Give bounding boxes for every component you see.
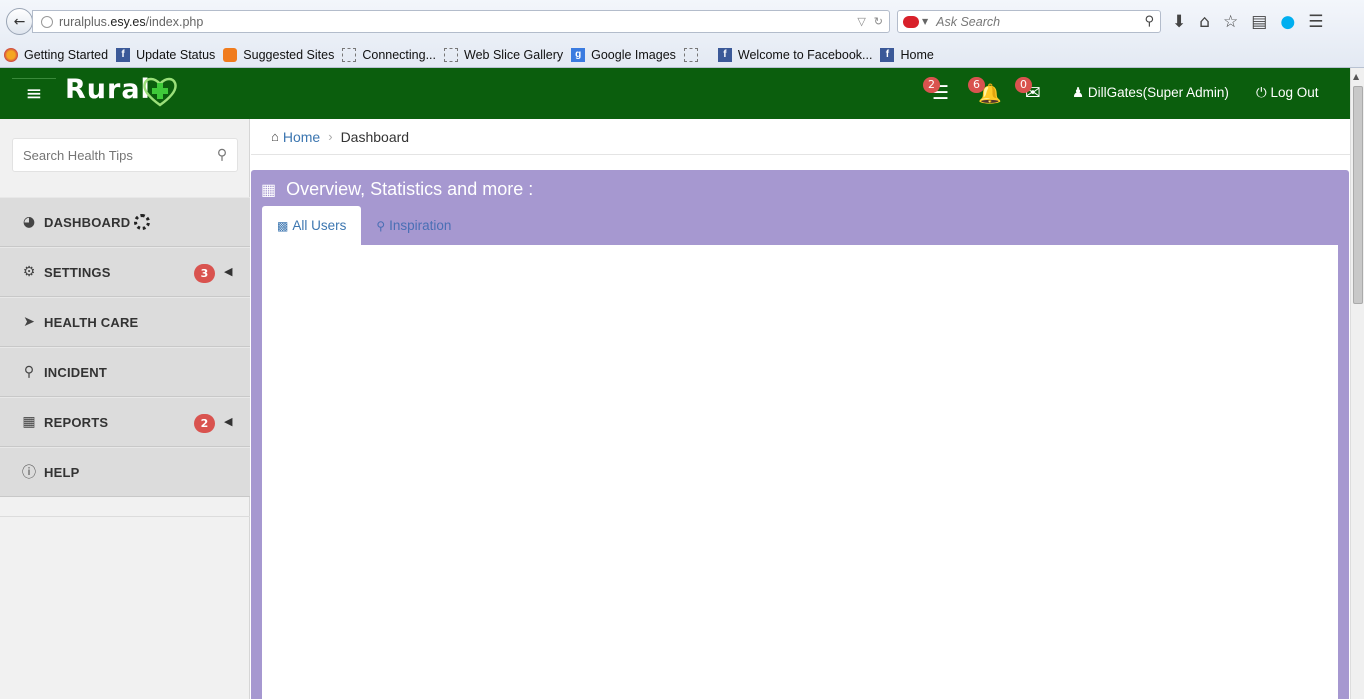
tab-all-users[interactable]: ▩ All Users	[262, 206, 362, 245]
back-button[interactable]: ←	[6, 8, 33, 35]
globe-icon	[41, 15, 53, 28]
home-icon[interactable]: ⌂	[1199, 12, 1210, 32]
web-slice-icon	[683, 48, 698, 62]
search-health-tips-input[interactable]	[13, 147, 207, 163]
download-icon[interactable]: ⬇	[1172, 12, 1186, 32]
breadcrumb-current: Dashboard	[340, 128, 410, 145]
back-arrow-icon: ←	[13, 13, 26, 30]
firefox-icon	[4, 48, 18, 62]
search-icon[interactable]: ⚲	[207, 147, 237, 163]
facebook-icon: f	[116, 48, 131, 62]
health-tips-search: ⚲	[12, 138, 238, 172]
bookmark-untitled[interactable]	[683, 48, 704, 62]
app-logo[interactable]: Rural	[65, 74, 151, 105]
google-icon: g	[571, 48, 586, 62]
browser-chrome: ← ruralplus.esy.es/index.php ▽ ↻ ▼ Ask S…	[0, 0, 1364, 68]
tab-content-area	[262, 245, 1338, 699]
sidebar-item-health-care[interactable]: ➤ HEALTH CARE	[0, 297, 250, 347]
page-scrollbar[interactable]: ▲	[1350, 68, 1364, 699]
bookmark-update-status[interactable]: f Update Status	[116, 48, 215, 62]
table-icon: ▦	[22, 414, 36, 430]
bookmark-suggested-sites[interactable]: Suggested Sites	[223, 48, 334, 62]
location-arrow-icon: ➤	[23, 314, 35, 330]
user-icon: ♟	[1072, 85, 1085, 100]
reload-icon[interactable]: ↻	[874, 15, 883, 28]
overview-panel: ▦ Overview, Statistics and more : ▩ All …	[251, 170, 1349, 699]
browser-search-input[interactable]: Ask Search	[936, 15, 1144, 29]
menu-icon[interactable]: ☰	[1308, 12, 1323, 32]
tab-inspiration[interactable]: ⚲ Inspiration	[361, 206, 466, 245]
sidebar-toggle-button[interactable]: ≡	[12, 78, 56, 106]
bookmark-star-icon[interactable]: ☆	[1223, 12, 1238, 32]
search-icon[interactable]: ⚲	[1144, 14, 1154, 29]
panel-title: ▦ Overview, Statistics and more :	[261, 179, 534, 199]
heart-cross-logo-icon	[143, 77, 177, 107]
power-icon: ⏻	[1256, 85, 1267, 100]
info-circle-icon: ⓘ	[22, 465, 36, 481]
sidebar-menu-end	[0, 497, 250, 517]
sidebar-menu: ◕ DASHBOARD ⚙ SETTINGS 3 ◀ ➤ HEALTH CARE…	[0, 197, 250, 517]
bookmark-welcome-facebook[interactable]: f Welcome to Facebook...	[717, 48, 872, 62]
home-icon: ⌂	[271, 129, 279, 144]
sidebar-item-incident[interactable]: ⚲ INCIDENT	[0, 347, 250, 397]
dashboard-icon: ◕	[22, 214, 36, 230]
panel-tabs: ▩ All Users ⚲ Inspiration	[262, 206, 466, 245]
bookmark-getting-started[interactable]: Getting Started	[4, 48, 108, 62]
scroll-up-arrow-icon[interactable]: ▲	[1353, 72, 1359, 81]
table-icon: ▦	[261, 181, 277, 199]
web-slice-icon	[444, 48, 459, 62]
logout-button[interactable]: ⏻ Log Out	[1256, 85, 1319, 101]
facebook-icon: f	[880, 48, 895, 62]
messages-badge: 2	[923, 77, 940, 93]
suggested-sites-icon	[223, 48, 238, 62]
sidebar-item-help[interactable]: ⓘ HELP	[0, 447, 250, 497]
web-slice-icon	[342, 48, 357, 62]
reading-list-icon[interactable]: ▤	[1251, 12, 1267, 32]
notifications-badge: 6	[968, 77, 985, 93]
search-plus-icon: ⚲	[376, 218, 386, 233]
scrollbar-thumb[interactable]	[1353, 86, 1363, 304]
bookmarks-bar: Getting Started f Update Status Suggeste…	[0, 44, 1364, 66]
cogs-icon: ⚙	[22, 264, 36, 280]
bookmark-web-slice-gallery[interactable]: Web Slice Gallery	[444, 48, 563, 62]
skype-icon[interactable]: ●	[1280, 12, 1295, 32]
breadcrumb: ⌂ Home › Dashboard	[251, 119, 1350, 155]
bookmark-connecting[interactable]: Connecting...	[342, 48, 436, 62]
sidebar-item-reports[interactable]: ▦ REPORTS 2 ◀	[0, 397, 250, 447]
settings-badge: 3	[194, 264, 215, 283]
reports-badge: 2	[194, 414, 215, 433]
caret-left-icon: ◀	[224, 415, 233, 428]
breadcrumb-home-link[interactable]: ⌂ Home	[271, 129, 320, 145]
address-bar[interactable]: ruralplus.esy.es/index.php ▽ ↻	[32, 10, 890, 33]
facebook-icon: f	[717, 48, 732, 62]
mail-badge: 0	[1015, 77, 1032, 93]
hamburger-icon: ≡	[25, 80, 43, 105]
bar-chart-icon: ▩	[277, 218, 289, 233]
ask-logo-icon[interactable]	[903, 15, 919, 28]
navigation-toolbar: ← ruralplus.esy.es/index.php ▽ ↻ ▼ Ask S…	[0, 0, 1364, 42]
browser-search-bar[interactable]: ▼ Ask Search ⚲	[897, 10, 1161, 33]
bookmark-home[interactable]: f Home	[880, 48, 934, 62]
sidebar: ⚲ ◕ DASHBOARD ⚙ SETTINGS 3 ◀ ➤ HEALTH CA…	[0, 119, 250, 699]
map-marker-icon: ⚲	[23, 364, 35, 380]
caret-left-icon: ◀	[224, 265, 233, 278]
breadcrumb-separator-icon: ›	[328, 129, 333, 144]
search-engine-dropdown-icon[interactable]: ▼	[922, 17, 928, 26]
browser-toolbar-icons: ⬇ ⌂ ☆ ▤ ● ☰	[1172, 10, 1323, 33]
app-header: ≡ Rural ☰ 2 🔔 6 ✉ 0 ♟ DillGates(Super Ad…	[0, 68, 1350, 119]
sidebar-item-settings[interactable]: ⚙ SETTINGS 3 ◀	[0, 247, 250, 297]
user-menu-link[interactable]: ♟ DillGates(Super Admin)	[1072, 85, 1229, 101]
dropdown-arrow-icon[interactable]: ▽	[857, 15, 865, 28]
url-text[interactable]: ruralplus.esy.es/index.php	[59, 15, 857, 29]
sidebar-item-dashboard[interactable]: ◕ DASHBOARD	[0, 197, 250, 247]
bookmark-google-images[interactable]: g Google Images	[571, 48, 676, 62]
loading-spinner-icon	[134, 214, 151, 230]
